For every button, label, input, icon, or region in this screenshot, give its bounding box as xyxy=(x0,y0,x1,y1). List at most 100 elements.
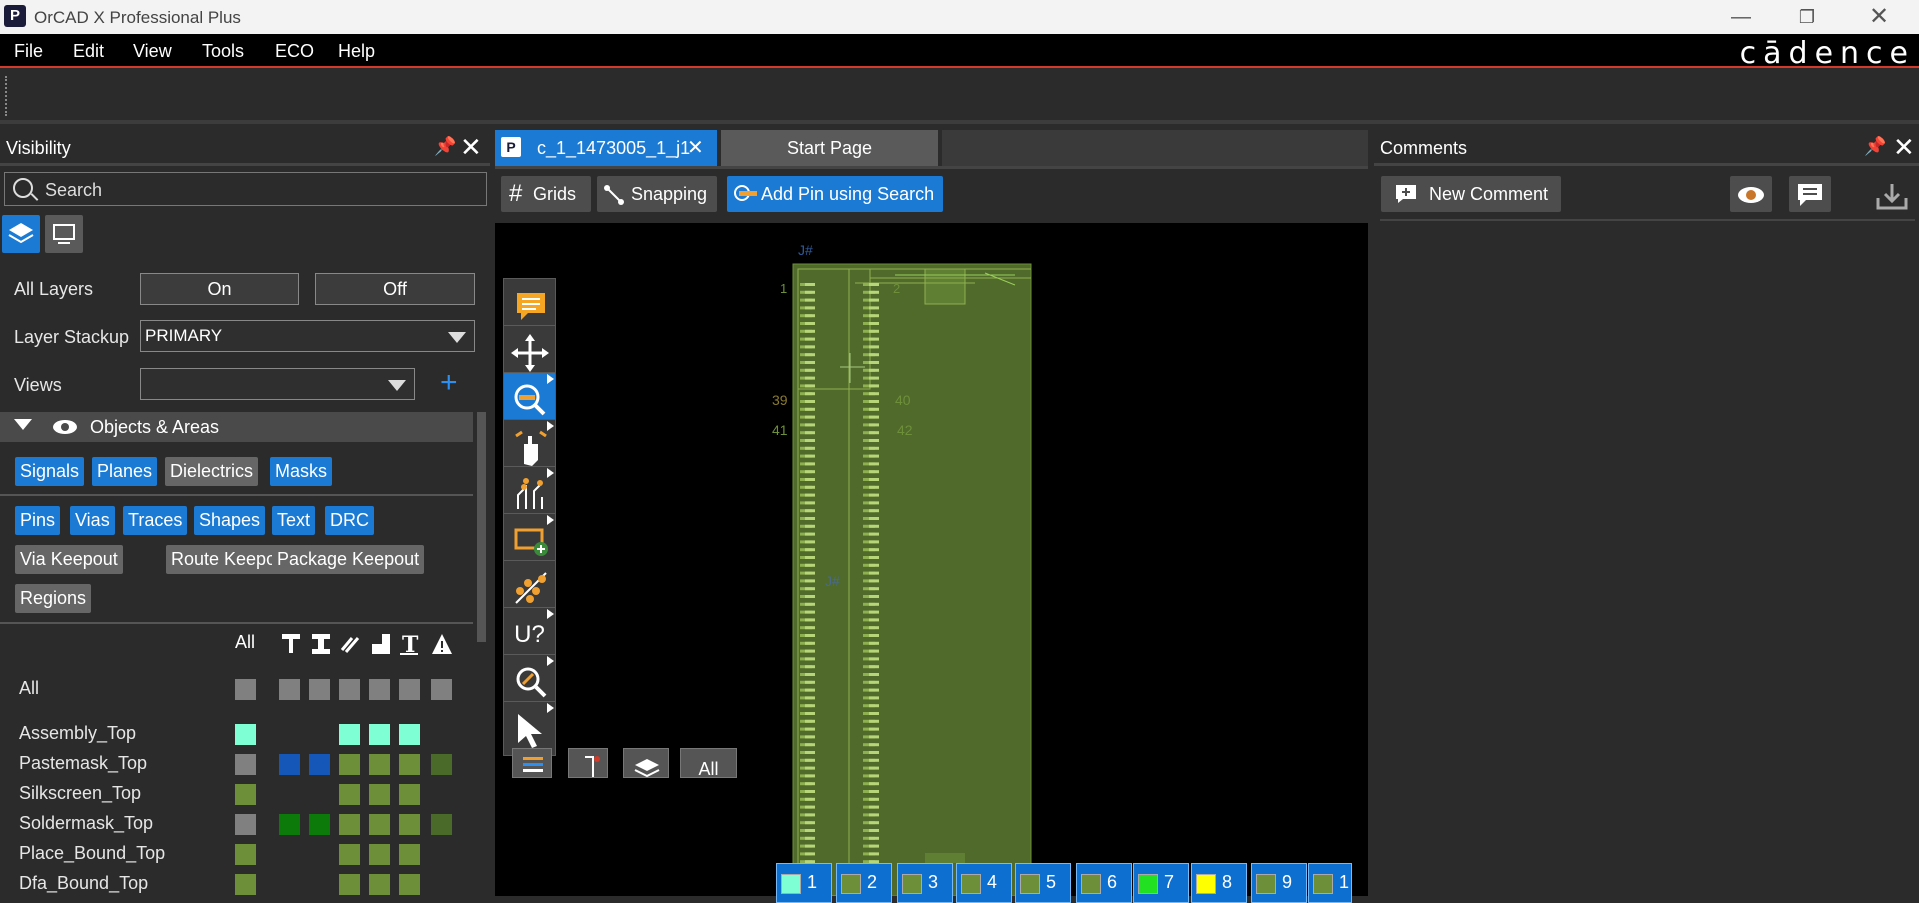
filter-chip-planes[interactable]: Planes xyxy=(92,457,158,486)
add-pin-search-button[interactable]: Add Pin using Search xyxy=(727,176,943,212)
menu-file[interactable]: File xyxy=(14,41,43,62)
layer-visibility-swatch[interactable] xyxy=(369,814,390,835)
layer-visibility-swatch[interactable] xyxy=(339,679,360,700)
layer-visibility-swatch[interactable] xyxy=(235,724,256,745)
layer-visibility-swatch[interactable] xyxy=(339,814,360,835)
filter-chip-drc[interactable]: DRC xyxy=(325,506,374,535)
filter-chip-vias[interactable]: Vias xyxy=(70,506,115,535)
layer-visibility-swatch[interactable] xyxy=(339,844,360,865)
menu-edit[interactable]: Edit xyxy=(73,41,104,62)
layer-visibility-swatch[interactable] xyxy=(399,784,420,805)
layer-toggle-8[interactable]: 8 xyxy=(1191,863,1247,903)
filter-chip-text[interactable]: Text xyxy=(272,506,316,535)
filter-chip-via-keepout[interactable]: Via Keepout xyxy=(15,545,123,574)
add-view-icon[interactable]: + xyxy=(440,366,458,400)
layer-visibility-swatch[interactable] xyxy=(235,874,256,895)
layer-visibility-swatch[interactable] xyxy=(431,754,452,775)
layer-visibility-swatch[interactable] xyxy=(369,844,390,865)
views-select[interactable] xyxy=(140,368,415,400)
close-window-icon[interactable]: ✕ xyxy=(1859,2,1899,32)
display-view-button[interactable] xyxy=(45,215,83,253)
close-tab-icon[interactable]: ✕ xyxy=(687,130,704,166)
layer-visibility-swatch[interactable] xyxy=(339,754,360,775)
layer-visibility-swatch[interactable] xyxy=(369,679,390,700)
pin-icon[interactable]: 📌 xyxy=(1864,136,1886,157)
layer-visibility-swatch[interactable] xyxy=(399,724,420,745)
layer-visibility-swatch[interactable] xyxy=(339,784,360,805)
layer-visibility-swatch[interactable] xyxy=(279,814,300,835)
objects-areas-header[interactable]: Objects & Areas xyxy=(0,412,473,442)
layer-visibility-swatch[interactable] xyxy=(339,724,360,745)
layer-visibility-swatch[interactable] xyxy=(369,754,390,775)
layer-toggle-4[interactable]: 4 xyxy=(956,863,1012,903)
layer-visibility-swatch[interactable] xyxy=(235,784,256,805)
menu-eco[interactable]: ECO xyxy=(275,41,314,62)
tab-start-page[interactable]: Start Page xyxy=(721,130,938,166)
show-comments-button[interactable] xyxy=(1730,176,1772,212)
minimize-icon[interactable]: — xyxy=(1721,2,1761,32)
import-comments-button[interactable] xyxy=(1874,180,1910,214)
layer-visibility-swatch[interactable] xyxy=(399,754,420,775)
layer-visibility-swatch[interactable] xyxy=(279,754,300,775)
toolbar-grip[interactable] xyxy=(5,76,7,116)
layer-visibility-swatch[interactable] xyxy=(399,874,420,895)
filter-chip-signals[interactable]: Signals xyxy=(15,457,85,486)
filter-chip-package-keepout[interactable]: Package Keepout xyxy=(272,545,425,574)
pcb-canvas[interactable]: J# J# 1 2 39 40 41 42 U? All xyxy=(495,223,1368,896)
layer-toggle-10[interactable]: 1 xyxy=(1308,863,1352,903)
layer-visibility-swatch[interactable] xyxy=(431,814,452,835)
layer-visibility-swatch[interactable] xyxy=(339,874,360,895)
layer-toggle-9[interactable]: 9 xyxy=(1251,863,1307,903)
layer-visibility-swatch[interactable] xyxy=(309,754,330,775)
layers-view-button[interactable] xyxy=(2,215,40,253)
search-input[interactable]: Search xyxy=(4,172,487,206)
snapping-button[interactable]: Snapping xyxy=(597,176,717,212)
layer-visibility-swatch[interactable] xyxy=(235,754,256,775)
layer-visibility-swatch[interactable] xyxy=(399,679,420,700)
layer-visibility-swatch[interactable] xyxy=(279,679,300,700)
visibility-scrollbar[interactable] xyxy=(475,412,488,896)
filter-chip-masks[interactable]: Masks xyxy=(270,457,333,486)
restore-icon[interactable]: ❐ xyxy=(1787,2,1827,32)
all-layers-off-button[interactable]: Off xyxy=(315,273,475,305)
layer-visibility-swatch[interactable] xyxy=(309,814,330,835)
layer-visibility-swatch[interactable] xyxy=(399,814,420,835)
layer-visibility-swatch[interactable] xyxy=(431,679,452,700)
layer-list-button[interactable] xyxy=(512,748,552,778)
layer-visibility-swatch[interactable] xyxy=(369,784,390,805)
scrollbar-thumb[interactable] xyxy=(477,412,486,642)
layer-visibility-swatch[interactable] xyxy=(235,814,256,835)
layer-visibility-swatch[interactable] xyxy=(399,844,420,865)
eye-icon[interactable] xyxy=(52,417,78,437)
layer-toggle-7[interactable]: 7 xyxy=(1133,863,1189,903)
flag-button[interactable] xyxy=(568,748,608,778)
collapse-icon[interactable] xyxy=(14,419,32,430)
pin-icon[interactable]: 📌 xyxy=(434,136,456,157)
comment-list-button[interactable] xyxy=(1789,176,1831,212)
layer-visibility-swatch[interactable] xyxy=(369,724,390,745)
layer-visibility-swatch[interactable] xyxy=(369,874,390,895)
close-panel-icon[interactable]: ✕ xyxy=(460,132,482,163)
layer-toggle-6[interactable]: 6 xyxy=(1076,863,1132,903)
layer-visibility-swatch[interactable] xyxy=(309,679,330,700)
layer-toggle-1[interactable]: 1 xyxy=(776,863,832,903)
layer-toggle-3[interactable]: 3 xyxy=(897,863,953,903)
filter-chip-pins[interactable]: Pins xyxy=(15,506,61,535)
layers-stack-button[interactable] xyxy=(623,748,669,778)
filter-chip-shapes[interactable]: Shapes xyxy=(194,506,266,535)
layer-visibility-swatch[interactable] xyxy=(235,679,256,700)
layer-visibility-swatch[interactable] xyxy=(235,844,256,865)
all-layers-on-button[interactable]: On xyxy=(140,273,299,305)
menu-view[interactable]: View xyxy=(133,41,172,62)
grids-button[interactable]: # Grids xyxy=(501,176,591,212)
menu-tools[interactable]: Tools xyxy=(202,41,244,62)
layer-toggle-5[interactable]: 5 xyxy=(1015,863,1071,903)
new-comment-button[interactable]: New Comment xyxy=(1381,176,1561,212)
layer-stackup-select[interactable]: PRIMARY xyxy=(140,320,475,352)
filter-chip-regions[interactable]: Regions xyxy=(15,584,92,613)
filter-chip-traces[interactable]: Traces xyxy=(123,506,188,535)
all-layers-button[interactable]: All xyxy=(680,748,737,779)
filter-chip-dielectrics[interactable]: Dielectrics xyxy=(165,457,259,486)
menu-help[interactable]: Help xyxy=(338,41,375,62)
layer-toggle-2[interactable]: 2 xyxy=(836,863,892,903)
